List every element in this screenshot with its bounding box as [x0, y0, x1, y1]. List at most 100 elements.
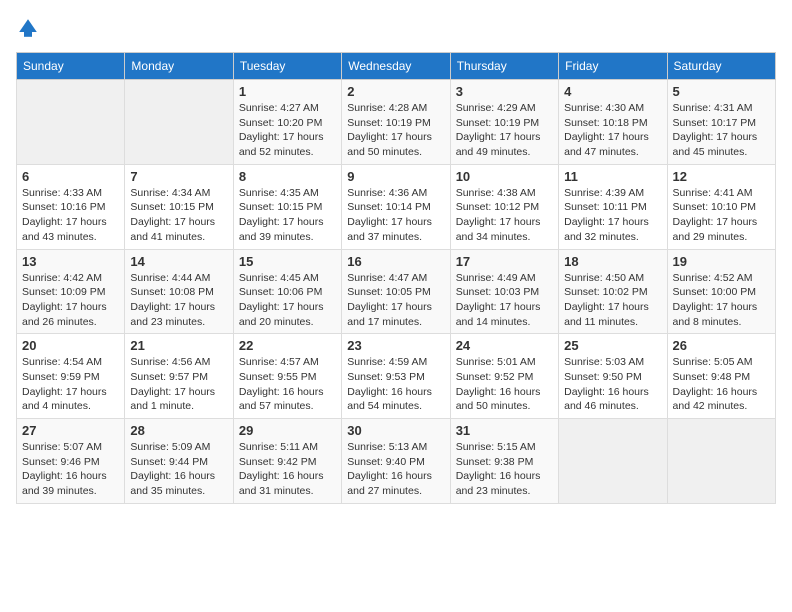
day-info: Sunrise: 4:38 AM Sunset: 10:12 PM Daylig…: [456, 186, 553, 245]
day-number: 12: [673, 169, 770, 184]
day-cell: 26 Sunrise: 5:05 AM Sunset: 9:48 PM Dayli…: [667, 334, 775, 419]
day-cell: 1Sunrise: 4:27 AM Sunset: 10:20 PM Dayli…: [233, 80, 341, 165]
header-row: SundayMondayTuesdayWednesdayThursdayFrid…: [17, 53, 776, 80]
day-cell: 7Sunrise: 4:34 AM Sunset: 10:15 PM Dayli…: [125, 164, 233, 249]
day-cell: 5 Sunrise: 4:31 AM Sunset: 10:17 PM Dayli…: [667, 80, 775, 165]
day-info: Sunrise: 4:29 AM Sunset: 10:19 PM Daylig…: [456, 101, 553, 160]
week-row-5: 27 Sunrise: 5:07 AM Sunset: 9:46 PM Dayli…: [17, 419, 776, 504]
day-cell: 30 Sunrise: 5:13 AM Sunset: 9:40 PM Dayli…: [342, 419, 450, 504]
day-info: Sunrise: 4:30 AM Sunset: 10:18 PM Daylig…: [564, 101, 661, 160]
day-info: Sunrise: 4:49 AM Sunset: 10:03 PM Daylig…: [456, 271, 553, 330]
day-number: 15: [239, 254, 336, 269]
day-number: 27: [22, 423, 119, 438]
day-number: 20: [22, 338, 119, 353]
day-info: Sunrise: 5:09 AM Sunset: 9:44 PM Dayligh…: [130, 440, 227, 499]
day-number: 13: [22, 254, 119, 269]
day-cell: 25Sunrise: 5:03 AM Sunset: 9:50 PM Dayli…: [559, 334, 667, 419]
day-number: 29: [239, 423, 336, 438]
day-number: 23: [347, 338, 444, 353]
day-cell: 11 Sunrise: 4:39 AM Sunset: 10:11 PM Dayl…: [559, 164, 667, 249]
header-day-sunday: Sunday: [17, 53, 125, 80]
day-cell: 14Sunrise: 4:44 AM Sunset: 10:08 PM Dayl…: [125, 249, 233, 334]
day-cell: 19 Sunrise: 4:52 AM Sunset: 10:00 PM Dayl…: [667, 249, 775, 334]
header-day-monday: Monday: [125, 53, 233, 80]
day-info: Sunrise: 4:42 AM Sunset: 10:09 PM Daylig…: [22, 271, 119, 330]
week-row-2: 6 Sunrise: 4:33 AM Sunset: 10:16 PM Dayli…: [17, 164, 776, 249]
day-info: Sunrise: 5:05 AM Sunset: 9:48 PM Dayligh…: [673, 355, 770, 414]
day-info: Sunrise: 5:01 AM Sunset: 9:52 PM Dayligh…: [456, 355, 553, 414]
week-row-1: 1Sunrise: 4:27 AM Sunset: 10:20 PM Dayli…: [17, 80, 776, 165]
day-number: 31: [456, 423, 553, 438]
day-number: 21: [130, 338, 227, 353]
day-number: 10: [456, 169, 553, 184]
day-number: 24: [456, 338, 553, 353]
day-number: 16: [347, 254, 444, 269]
day-info: Sunrise: 4:50 AM Sunset: 10:02 PM Daylig…: [564, 271, 661, 330]
day-cell: 12 Sunrise: 4:41 AM Sunset: 10:10 PM Dayl…: [667, 164, 775, 249]
day-cell: 23 Sunrise: 4:59 AM Sunset: 9:53 PM Dayli…: [342, 334, 450, 419]
day-info: Sunrise: 5:11 AM Sunset: 9:42 PM Dayligh…: [239, 440, 336, 499]
day-number: 3: [456, 84, 553, 99]
day-number: 22: [239, 338, 336, 353]
logo-icon: [16, 16, 40, 40]
day-number: 7: [130, 169, 227, 184]
day-number: 11: [564, 169, 661, 184]
day-cell: 27 Sunrise: 5:07 AM Sunset: 9:46 PM Dayli…: [17, 419, 125, 504]
day-cell: [667, 419, 775, 504]
day-info: Sunrise: 5:13 AM Sunset: 9:40 PM Dayligh…: [347, 440, 444, 499]
day-cell: 2 Sunrise: 4:28 AM Sunset: 10:19 PM Dayli…: [342, 80, 450, 165]
day-info: Sunrise: 4:59 AM Sunset: 9:53 PM Dayligh…: [347, 355, 444, 414]
week-row-4: 20 Sunrise: 4:54 AM Sunset: 9:59 PM Dayli…: [17, 334, 776, 419]
day-cell: 17Sunrise: 4:49 AM Sunset: 10:03 PM Dayl…: [450, 249, 558, 334]
day-number: 14: [130, 254, 227, 269]
day-info: Sunrise: 4:41 AM Sunset: 10:10 PM Daylig…: [673, 186, 770, 245]
day-cell: 28 Sunrise: 5:09 AM Sunset: 9:44 PM Dayli…: [125, 419, 233, 504]
week-row-3: 13 Sunrise: 4:42 AM Sunset: 10:09 PM Dayl…: [17, 249, 776, 334]
header-day-thursday: Thursday: [450, 53, 558, 80]
day-info: Sunrise: 4:52 AM Sunset: 10:00 PM Daylig…: [673, 271, 770, 330]
logo: [16, 16, 44, 40]
day-info: Sunrise: 4:45 AM Sunset: 10:06 PM Daylig…: [239, 271, 336, 330]
day-cell: 10 Sunrise: 4:38 AM Sunset: 10:12 PM Dayl…: [450, 164, 558, 249]
day-cell: 24 Sunrise: 5:01 AM Sunset: 9:52 PM Dayli…: [450, 334, 558, 419]
page-header: [16, 16, 776, 40]
day-number: 26: [673, 338, 770, 353]
day-info: Sunrise: 4:27 AM Sunset: 10:20 PM Daylig…: [239, 101, 336, 160]
calendar-table: SundayMondayTuesdayWednesdayThursdayFrid…: [16, 52, 776, 504]
day-number: 19: [673, 254, 770, 269]
day-number: 4: [564, 84, 661, 99]
day-cell: 20 Sunrise: 4:54 AM Sunset: 9:59 PM Dayli…: [17, 334, 125, 419]
header-day-wednesday: Wednesday: [342, 53, 450, 80]
day-info: Sunrise: 4:35 AM Sunset: 10:15 PM Daylig…: [239, 186, 336, 245]
day-info: Sunrise: 4:28 AM Sunset: 10:19 PM Daylig…: [347, 101, 444, 160]
day-number: 8: [239, 169, 336, 184]
day-cell: 29 Sunrise: 5:11 AM Sunset: 9:42 PM Dayli…: [233, 419, 341, 504]
calendar-header: SundayMondayTuesdayWednesdayThursdayFrid…: [17, 53, 776, 80]
day-info: Sunrise: 5:03 AM Sunset: 9:50 PM Dayligh…: [564, 355, 661, 414]
day-info: Sunrise: 4:56 AM Sunset: 9:57 PM Dayligh…: [130, 355, 227, 414]
day-info: Sunrise: 4:39 AM Sunset: 10:11 PM Daylig…: [564, 186, 661, 245]
day-cell: 16Sunrise: 4:47 AM Sunset: 10:05 PM Dayl…: [342, 249, 450, 334]
day-info: Sunrise: 4:31 AM Sunset: 10:17 PM Daylig…: [673, 101, 770, 160]
day-cell: 3 Sunrise: 4:29 AM Sunset: 10:19 PM Dayli…: [450, 80, 558, 165]
day-cell: 15 Sunrise: 4:45 AM Sunset: 10:06 PM Dayl…: [233, 249, 341, 334]
day-number: 28: [130, 423, 227, 438]
day-cell: 31 Sunrise: 5:15 AM Sunset: 9:38 PM Dayli…: [450, 419, 558, 504]
calendar-body: 1Sunrise: 4:27 AM Sunset: 10:20 PM Dayli…: [17, 80, 776, 504]
day-cell: 9Sunrise: 4:36 AM Sunset: 10:14 PM Dayli…: [342, 164, 450, 249]
day-number: 30: [347, 423, 444, 438]
header-day-tuesday: Tuesday: [233, 53, 341, 80]
day-cell: [125, 80, 233, 165]
day-number: 9: [347, 169, 444, 184]
day-info: Sunrise: 4:54 AM Sunset: 9:59 PM Dayligh…: [22, 355, 119, 414]
day-info: Sunrise: 5:15 AM Sunset: 9:38 PM Dayligh…: [456, 440, 553, 499]
day-number: 6: [22, 169, 119, 184]
day-cell: 21 Sunrise: 4:56 AM Sunset: 9:57 PM Dayli…: [125, 334, 233, 419]
day-number: 2: [347, 84, 444, 99]
day-number: 5: [673, 84, 770, 99]
day-info: Sunrise: 4:33 AM Sunset: 10:16 PM Daylig…: [22, 186, 119, 245]
day-info: Sunrise: 5:07 AM Sunset: 9:46 PM Dayligh…: [22, 440, 119, 499]
header-day-saturday: Saturday: [667, 53, 775, 80]
day-cell: 4 Sunrise: 4:30 AM Sunset: 10:18 PM Dayli…: [559, 80, 667, 165]
header-day-friday: Friday: [559, 53, 667, 80]
